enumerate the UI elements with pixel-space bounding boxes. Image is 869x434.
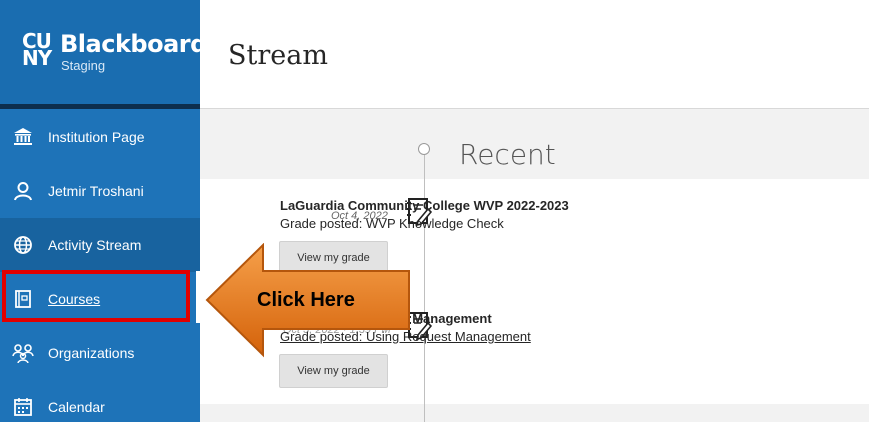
institution-icon: [12, 126, 34, 148]
cuny-logo-mark: CU NY: [22, 29, 52, 70]
entry-subtitle: Grade posted: WVP Knowledge Check: [280, 216, 504, 231]
view-grade-button[interactable]: View my grade: [279, 354, 388, 388]
brand-subtitle: Staging: [61, 58, 106, 73]
sidebar-item-profile[interactable]: Jetmir Troshani: [0, 164, 200, 218]
organizations-icon: [12, 342, 34, 364]
brand-logo[interactable]: CU NY Blackboard Staging: [0, 0, 207, 109]
brand-title: Blackboard: [60, 30, 207, 58]
calendar-icon: [12, 396, 34, 418]
click-here-label: Click Here: [257, 289, 355, 311]
sidebar-item-label: Activity Stream: [48, 237, 142, 253]
section-heading: Recent: [459, 138, 556, 171]
section-band: [200, 404, 869, 422]
sidebar-item-organizations[interactable]: Organizations: [0, 326, 200, 380]
sidebar-item-calendar[interactable]: Calendar: [0, 380, 200, 434]
page-title: Stream: [228, 40, 328, 71]
sidebar: CU NY Blackboard Staging Institution Page…: [0, 0, 207, 422]
sidebar-item-label: Calendar: [48, 399, 105, 415]
globe-icon: [12, 234, 34, 256]
sidebar-item-label: Courses: [48, 291, 101, 307]
sidebar-item-courses[interactable]: Courses: [0, 272, 200, 326]
sidebar-item-activity-stream[interactable]: Activity Stream: [0, 218, 200, 272]
user-icon: [12, 180, 34, 202]
page-header: Stream: [200, 0, 869, 109]
sidebar-item-label: Jetmir Troshani: [48, 183, 144, 199]
timeline-marker: [418, 143, 430, 155]
courses-icon: [12, 288, 34, 310]
sidebar-item-label: Institution Page: [48, 129, 145, 145]
timeline-line: [424, 150, 425, 422]
entry-title[interactable]: LaGuardia Community College WVP 2022-202…: [280, 198, 569, 213]
sidebar-item-label: Organizations: [48, 345, 135, 361]
sidebar-item-institution-page[interactable]: Institution Page: [0, 110, 200, 164]
